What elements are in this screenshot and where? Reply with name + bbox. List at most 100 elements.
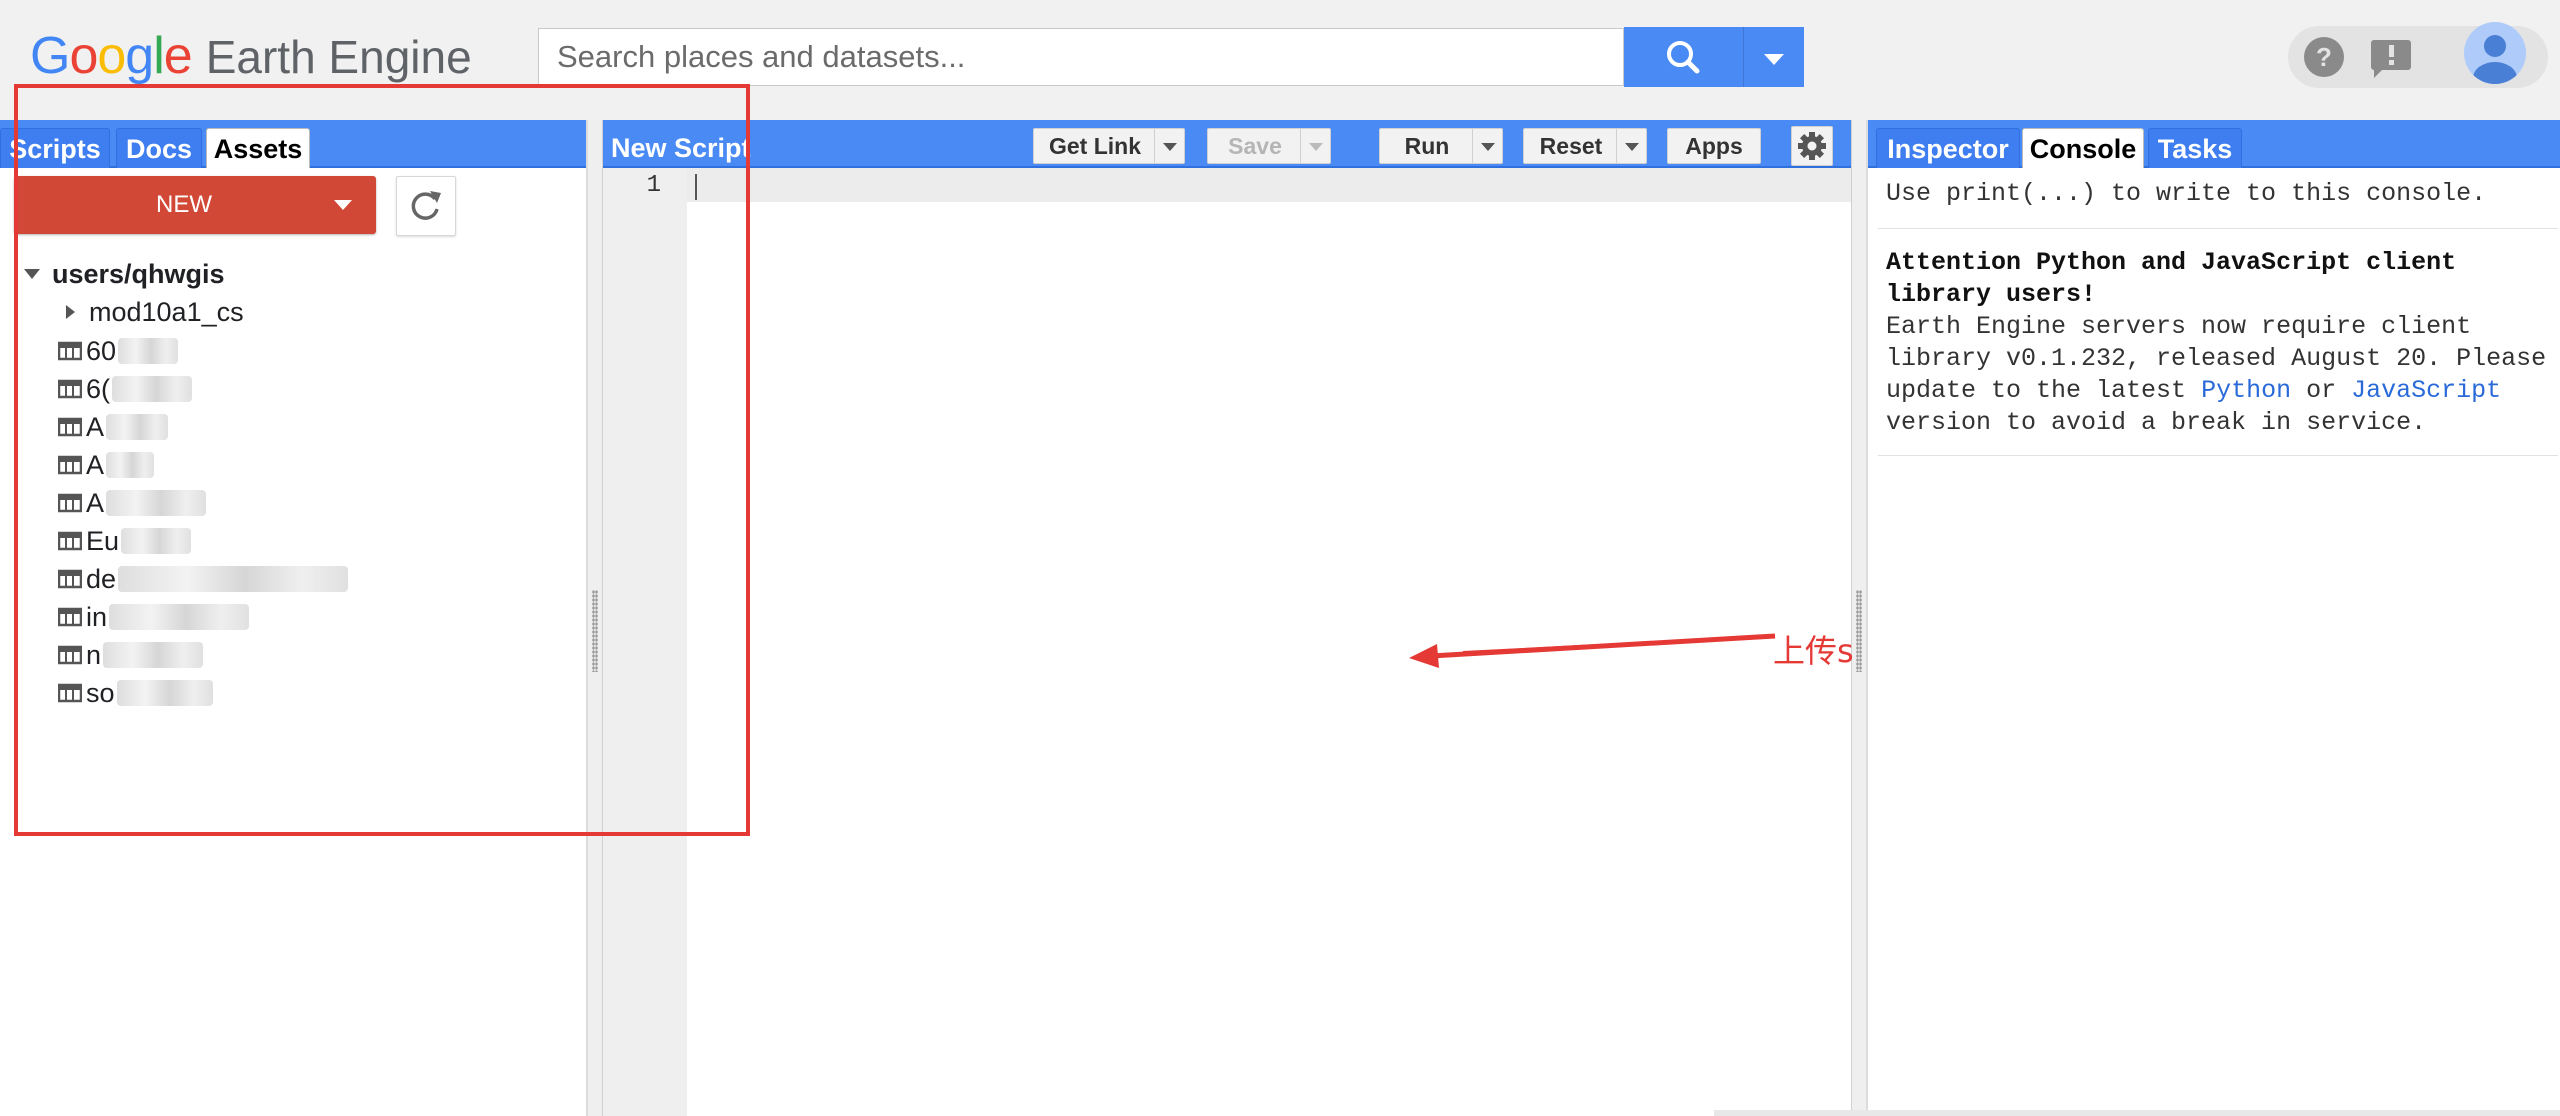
run-label: Run: [1404, 133, 1450, 159]
asset-name: 60: [86, 335, 117, 366]
asset-name: A: [86, 411, 105, 442]
table-icon: [58, 417, 82, 437]
save-label: Save: [1228, 133, 1282, 159]
asset-item[interactable]: 60: [58, 332, 388, 370]
asset-name: Eu: [86, 525, 120, 556]
asset-item[interactable]: A: [58, 446, 388, 484]
asset-item[interactable]: n: [58, 636, 388, 674]
console-output: Use print(...) to write to this console.…: [1878, 176, 2558, 474]
apps-button[interactable]: Apps: [1667, 128, 1761, 164]
right-tab-bar: Inspector Console Tasks: [1868, 120, 2560, 168]
account-icon: [2473, 35, 2517, 84]
line-number-gutter: [603, 168, 687, 1116]
text-cursor[interactable]: [695, 174, 697, 200]
caret-right-icon: [66, 305, 75, 319]
message-line-4: version to avoid a break in service.: [1886, 408, 2427, 437]
editor-toolbar: New Script Get Link Save Run Reset Apps: [603, 120, 1851, 168]
annotation-arrow-icon: [1409, 633, 1776, 668]
table-icon: [58, 341, 82, 361]
javascript-link[interactable]: JavaScript: [2351, 376, 2501, 405]
table-icon: [58, 493, 82, 513]
asset-item[interactable]: A: [58, 408, 388, 446]
asset-name: in: [86, 601, 108, 632]
message-text: update to the latest: [1886, 376, 2202, 405]
script-title[interactable]: New Script: [611, 128, 751, 168]
horizontal-scrollbar[interactable]: [1714, 1110, 2560, 1116]
tab-inspector[interactable]: Inspector: [1876, 128, 2020, 168]
chevron-down-icon[interactable]: [1616, 129, 1646, 163]
tab-assets[interactable]: Assets: [206, 128, 310, 168]
earth-engine-logo[interactable]: Google Earth Engine: [30, 26, 472, 92]
reset-button[interactable]: Reset: [1523, 128, 1647, 164]
asset-item[interactable]: Eu: [58, 522, 388, 560]
redacted-text: [116, 680, 213, 706]
chevron-down-icon: [334, 200, 352, 210]
attention-line-1: Attention Python and JavaScript client: [1886, 248, 2457, 277]
message-line-1: Earth Engine servers now require client: [1886, 312, 2472, 341]
help-icon[interactable]: ?: [2304, 37, 2344, 77]
console-hint: Use print(...) to write to this console.: [1886, 179, 2487, 208]
python-link[interactable]: Python: [2201, 376, 2291, 405]
asset-name: A: [86, 487, 105, 518]
top-header: Google Earth Engine ?: [0, 0, 2560, 120]
chevron-down-icon[interactable]: [1300, 129, 1330, 163]
asset-item[interactable]: in: [58, 598, 388, 636]
console-divider: [1878, 228, 2558, 229]
asset-folder[interactable]: mod10a1_cs: [66, 294, 244, 330]
redacted-text: [118, 566, 349, 592]
asset-item[interactable]: 6(: [58, 370, 388, 408]
redacted-text: [106, 414, 169, 440]
asset-item[interactable]: de: [58, 560, 388, 598]
drag-handle-icon: [592, 590, 598, 672]
feedback-icon[interactable]: [2371, 40, 2411, 78]
chevron-down-icon[interactable]: [1154, 129, 1184, 163]
search-input[interactable]: [539, 29, 1623, 85]
search-box: [538, 28, 1624, 86]
code-editor-panel: New Script Get Link Save Run Reset Apps: [602, 120, 1998, 1116]
chevron-down-icon[interactable]: [1472, 129, 1502, 163]
reset-label: Reset: [1539, 133, 1603, 159]
tab-console[interactable]: Console: [2022, 128, 2144, 168]
asset-name: de: [86, 563, 117, 594]
run-button[interactable]: Run: [1379, 128, 1503, 164]
left-splitter[interactable]: [588, 120, 602, 1116]
new-asset-button[interactable]: NEW: [14, 176, 376, 234]
save-button[interactable]: Save: [1207, 128, 1331, 164]
console-divider: [1878, 455, 2558, 456]
message-line-3: update to the latest Python or JavaScrip…: [1886, 375, 2550, 407]
redacted-text: [106, 452, 155, 478]
get-link-label: Get Link: [1048, 133, 1141, 159]
account-avatar[interactable]: [2464, 22, 2526, 84]
line-number: 1: [646, 172, 661, 199]
message-line-2: library v0.1.232, released August 20. Pl…: [1886, 344, 2547, 373]
table-icon: [58, 645, 82, 665]
product-name: Earth Engine: [205, 31, 472, 83]
redacted-text: [109, 604, 250, 630]
tab-tasks[interactable]: Tasks: [2148, 128, 2242, 168]
table-icon: [58, 531, 82, 551]
left-tab-bar: Scripts Docs Assets: [0, 120, 586, 168]
asset-item[interactable]: so: [58, 674, 388, 712]
attention-line-2: library users!: [1886, 280, 2097, 309]
right-panel: Inspector Console Tasks Use print(...) t…: [1866, 120, 2560, 1116]
apps-label: Apps: [1685, 133, 1743, 159]
refresh-icon: [411, 191, 441, 220]
asset-tree-root[interactable]: users/qhwgis: [24, 256, 225, 292]
new-button-label: NEW: [156, 191, 212, 218]
refresh-button[interactable]: [396, 176, 456, 236]
table-icon: [58, 569, 82, 589]
svg-text:?: ?: [2316, 42, 2332, 72]
gear-icon: [1798, 132, 1826, 160]
table-icon: [58, 455, 82, 475]
asset-folder-label: mod10a1_cs: [89, 296, 244, 327]
search-options-button[interactable]: [1744, 27, 1804, 87]
get-link-button[interactable]: Get Link: [1033, 128, 1185, 164]
tab-scripts[interactable]: Scripts: [0, 128, 110, 168]
settings-button[interactable]: [1791, 126, 1833, 166]
tab-docs[interactable]: Docs: [116, 128, 202, 168]
asset-item[interactable]: A: [58, 484, 388, 522]
search-button[interactable]: [1624, 27, 1744, 87]
asset-root-label: users/qhwgis: [52, 258, 225, 289]
right-splitter[interactable]: [1852, 120, 1866, 1116]
asset-name: A: [86, 449, 105, 480]
